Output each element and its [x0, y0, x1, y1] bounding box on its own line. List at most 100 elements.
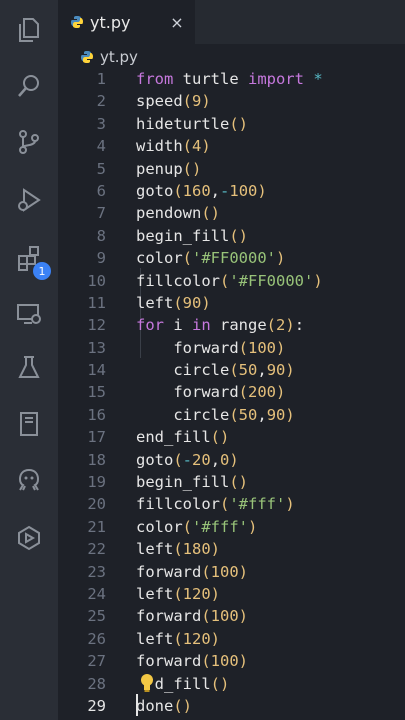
code-line[interactable]: 29 done() [58, 695, 405, 717]
line-number: 2 [96, 92, 106, 111]
remote-explorer-icon[interactable] [9, 294, 49, 334]
extensions-icon[interactable]: 1 [9, 238, 51, 280]
code-token: () [229, 114, 248, 133]
code-line[interactable]: 21 color('#fff') [58, 516, 405, 538]
code-token: '#fff' [229, 495, 286, 514]
line-number: 17 [87, 428, 106, 447]
source-control-icon[interactable] [9, 122, 49, 162]
code-line[interactable]: 4 width(4) [58, 135, 405, 157]
line-number: 20 [87, 495, 106, 514]
code-token: 90 [182, 293, 202, 312]
code-text: left(180) [136, 538, 220, 560]
code-line[interactable]: 15 forward(200) [58, 381, 405, 403]
line-number: 1 [96, 70, 106, 88]
code-token: 90 [266, 361, 286, 380]
code-token: * [303, 70, 323, 88]
line-number: 19 [87, 473, 106, 492]
code-token: ( [182, 137, 193, 156]
testing-icon[interactable] [9, 348, 49, 388]
code-token: ( [229, 405, 239, 424]
close-icon[interactable]: × [167, 12, 187, 32]
code-line[interactable]: 7 pendown() [58, 202, 405, 224]
code-line[interactable]: 3 hideturtle() [58, 113, 405, 135]
line-number: 5 [96, 159, 106, 178]
code-text: left(90) [136, 292, 211, 314]
code-token: circle [136, 361, 230, 380]
code-token: , [257, 405, 267, 424]
lightbulb-icon[interactable] [138, 672, 156, 694]
code-line[interactable]: 28 d_fill() [58, 673, 405, 695]
code-token: in [192, 316, 211, 335]
code-line[interactable]: 16 circle(50,90) [58, 404, 405, 426]
code-token: ) [276, 249, 286, 268]
code-editor[interactable]: 1 from turtle import * 2 speed(9) 3 hideturtl… [58, 68, 405, 717]
code-token: ) [276, 338, 286, 357]
code-token: ) [285, 316, 295, 335]
code-line[interactable]: 9 color('#FF0000') [58, 247, 405, 269]
code-line[interactable]: 27 forward(100) [58, 650, 405, 672]
code-line[interactable]: 6 goto(160,-100) [58, 180, 405, 202]
line-number: 27 [87, 652, 106, 671]
code-line[interactable]: 1 from turtle import * [58, 68, 405, 90]
code-token: () [229, 226, 248, 245]
code-line[interactable]: 25 forward(100) [58, 605, 405, 627]
code-token: () [182, 159, 202, 178]
line-number: 25 [87, 607, 106, 626]
notebook-icon[interactable] [9, 404, 49, 444]
code-token: 0 [220, 450, 230, 469]
code-token: left [136, 584, 174, 603]
code-line[interactable]: 20 fillcolor('#fff') [58, 493, 405, 515]
code-line[interactable]: 12 for i in range(2): [58, 314, 405, 336]
code-text: hideturtle() [136, 113, 248, 135]
line-number: 14 [87, 361, 106, 380]
line-number: 7 [96, 204, 106, 223]
code-line[interactable]: 18 goto(-20,0) [58, 449, 405, 471]
code-token: () [229, 473, 248, 492]
code-token: ) [201, 92, 211, 111]
code-text: forward(100) [136, 561, 248, 583]
code-line[interactable]: 23 forward(100) [58, 561, 405, 583]
code-token: range [210, 316, 267, 335]
code-line[interactable]: 22 left(180) [58, 538, 405, 560]
code-token: ( [173, 450, 183, 469]
line-number: 26 [87, 629, 106, 648]
github-icon[interactable] [9, 460, 49, 500]
code-text: circle(50,90) [136, 404, 294, 426]
code-line[interactable]: 10 fillcolor('#FF0000') [58, 270, 405, 292]
code-line[interactable]: 8 begin_fill() [58, 225, 405, 247]
code-line[interactable]: 13 forward(100) [58, 337, 405, 359]
code-line[interactable]: 11 left(90) [58, 292, 405, 314]
line-number: 12 [87, 316, 106, 335]
code-text: goto(160,-100) [136, 180, 267, 202]
code-token: 2 [276, 316, 286, 335]
code-line[interactable]: 26 left(120) [58, 628, 405, 650]
code-token: - [182, 450, 193, 469]
code-line[interactable]: 17 end_fill() [58, 426, 405, 448]
code-text: pendown() [136, 202, 220, 224]
search-icon[interactable] [9, 66, 49, 106]
breadcrumb[interactable]: yt.py [58, 44, 405, 70]
code-line[interactable]: 24 left(120) [58, 583, 405, 605]
code-text: forward(200) [136, 381, 285, 403]
code-text: forward(100) [136, 605, 248, 627]
explorer-icon[interactable] [9, 10, 49, 50]
code-token: color [136, 517, 183, 536]
code-line[interactable]: 14 circle(50,90) [58, 359, 405, 381]
editor-area: yt.py × yt.py 1 from turtle import * 2 spee… [58, 0, 405, 720]
code-token: left [136, 293, 174, 312]
line-number: 22 [87, 540, 106, 559]
code-token: ( [173, 584, 183, 603]
code-token: ) [201, 293, 211, 312]
code-token: ( [182, 517, 193, 536]
code-token: ) [229, 450, 239, 469]
code-token: () [173, 696, 192, 715]
code-line[interactable]: 19 begin_fill() [58, 471, 405, 493]
tab-yt-py[interactable]: yt.py × [58, 0, 195, 44]
code-token: 100 [210, 607, 239, 626]
line-number: 18 [87, 450, 106, 469]
live-share-icon[interactable] [9, 518, 49, 558]
code-line[interactable]: 2 speed(9) [58, 90, 405, 112]
run-debug-icon[interactable] [9, 180, 49, 220]
code-line[interactable]: 5 penup() [58, 158, 405, 180]
code-token: ) [210, 584, 221, 603]
